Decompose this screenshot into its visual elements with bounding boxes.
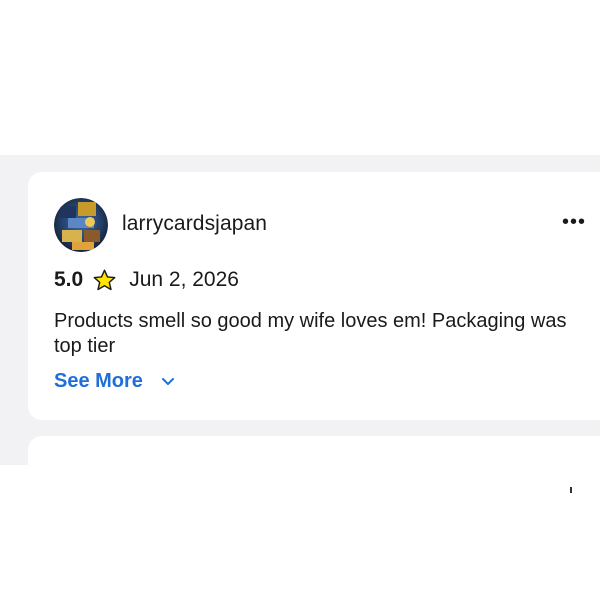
- avatar[interactable]: [54, 198, 108, 252]
- scroll-indicator: [570, 487, 572, 493]
- see-more-button[interactable]: See More: [54, 370, 175, 393]
- username[interactable]: larrycardsjapan: [122, 212, 267, 236]
- more-options-icon[interactable]: •••: [562, 212, 586, 232]
- rating-value: 5.0: [54, 268, 84, 291]
- next-review-card: [28, 436, 600, 556]
- star-icon: [93, 269, 116, 290]
- avatar-image: [54, 198, 108, 252]
- chevron-down-icon: [161, 377, 174, 385]
- see-more-label: See More: [54, 370, 143, 392]
- review-screen: larrycardsjapan ••• 5.0 Jun 2, 2026 Prod…: [0, 0, 600, 600]
- rating-row: 5.0 Jun 2, 2026: [54, 265, 239, 295]
- review-date: Jun 2, 2026: [129, 268, 239, 291]
- review-text: Products smell so good my wife loves em!…: [54, 310, 567, 357]
